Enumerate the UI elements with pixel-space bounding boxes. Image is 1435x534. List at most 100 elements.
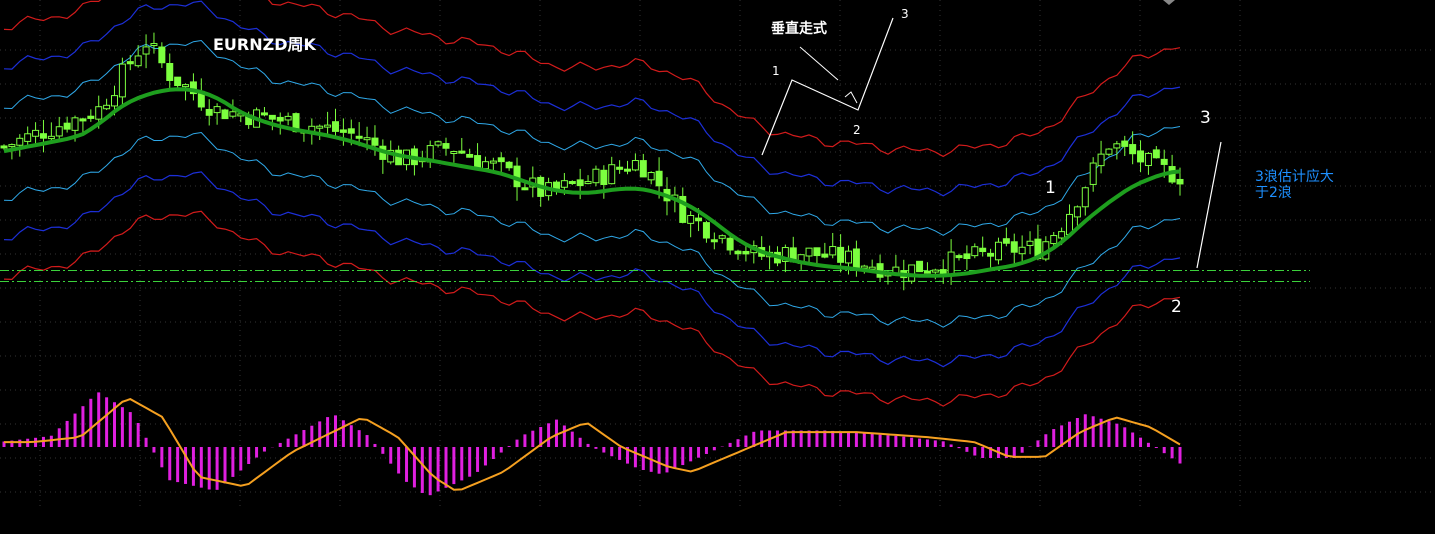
wave-3-label: 3 — [1200, 108, 1211, 128]
candle-body — [505, 161, 513, 169]
wave-2-label: 2 — [1171, 297, 1182, 317]
candle-body — [110, 95, 118, 107]
candle-body — [908, 264, 916, 282]
candle-body — [916, 260, 924, 273]
candle-body — [1097, 153, 1105, 167]
candle-body — [726, 237, 734, 251]
sketch-wave-1: 1 — [772, 64, 780, 78]
candle-body — [931, 269, 939, 273]
candle-body — [16, 137, 24, 146]
candle-body — [1081, 187, 1089, 208]
candle-body — [1160, 158, 1168, 165]
candle-body — [8, 144, 16, 148]
candle-body — [489, 160, 497, 164]
candle-body — [1050, 235, 1058, 245]
candle-body — [1176, 178, 1184, 185]
candle-body — [1105, 148, 1113, 155]
candle-body — [87, 115, 95, 119]
candle-body — [687, 214, 695, 224]
candle-body — [702, 222, 710, 239]
candle-body — [174, 76, 182, 86]
candle-body — [608, 164, 616, 185]
candle-body — [39, 133, 47, 139]
chart: EURNZD周K 垂直走式 1 2 3 1 2 3 3浪估计应大 于2浪 — [0, 0, 1435, 534]
candle-body — [852, 248, 860, 269]
candle-body — [339, 129, 347, 133]
candle-body — [474, 155, 482, 168]
candle-body — [126, 61, 134, 65]
candle-body — [963, 253, 971, 260]
candle-body — [947, 251, 955, 276]
candle-body — [805, 247, 813, 257]
candle-body — [205, 108, 213, 116]
candle-body — [971, 246, 979, 257]
candle-body — [182, 84, 190, 88]
wave-1-label: 1 — [1045, 178, 1056, 198]
candle-body — [710, 239, 718, 243]
candle-body — [821, 253, 829, 258]
candle-body — [576, 179, 584, 187]
candle-body — [979, 247, 987, 253]
chart-svg: EURNZD周K 垂直走式 1 2 3 1 2 3 3浪估计应大 于2浪 — [0, 0, 1435, 534]
candle-body — [631, 160, 639, 171]
vertical-pattern-label: 垂直走式 — [771, 20, 827, 37]
candle-body — [79, 118, 87, 122]
candle-body — [221, 109, 229, 120]
chart-background — [0, 0, 1435, 534]
candle-body — [103, 104, 111, 110]
candle-body — [955, 255, 963, 259]
candle-body — [324, 124, 332, 128]
candle-body — [1018, 246, 1026, 255]
candle-body — [0, 145, 8, 149]
candle-body — [166, 63, 174, 81]
candle-body — [347, 128, 355, 134]
candle-body — [592, 168, 600, 184]
candle-body — [284, 115, 292, 121]
candle-body — [158, 46, 166, 64]
candle-body — [442, 143, 450, 149]
candle-body — [600, 169, 608, 185]
candle-body — [434, 141, 442, 146]
candle-body — [276, 116, 284, 122]
candle-body — [71, 117, 79, 131]
candle-body — [268, 114, 276, 120]
candle-body — [860, 265, 868, 269]
candle-body — [987, 252, 995, 257]
candle-body — [655, 170, 663, 187]
sketch-wave-3: 3 — [901, 7, 909, 21]
candle-body — [466, 153, 474, 158]
candle-body — [1144, 152, 1152, 167]
candle-body — [371, 137, 379, 146]
candle-body — [213, 106, 221, 114]
candle-body — [813, 247, 821, 257]
candle-body — [742, 250, 750, 255]
candle-body — [1121, 140, 1129, 147]
candle-body — [1129, 144, 1137, 155]
candle-body — [695, 217, 703, 222]
candle-body — [647, 172, 655, 181]
candle-body — [63, 122, 71, 130]
sketch-wave-2: 2 — [853, 123, 861, 137]
candle-body — [734, 250, 742, 255]
candle-body — [584, 181, 592, 185]
candle-body — [316, 125, 324, 129]
candle-body — [481, 161, 489, 170]
candle-body — [837, 246, 845, 263]
candle-body — [24, 133, 32, 142]
candle-body — [616, 166, 624, 170]
candle-body — [568, 181, 576, 185]
candle-body — [1137, 150, 1145, 163]
candle-body — [150, 43, 158, 47]
candle-body — [923, 270, 931, 274]
candle-body — [521, 187, 529, 191]
candle-body — [829, 246, 837, 256]
candle-body — [95, 106, 103, 120]
candle-body — [497, 157, 505, 163]
candle-body — [845, 250, 853, 264]
candle-body — [624, 168, 632, 172]
candle-body — [47, 135, 55, 140]
candle-body — [55, 126, 63, 137]
note-line-2: 于2浪 — [1255, 185, 1292, 201]
candle-body — [260, 112, 268, 116]
candle-body — [450, 151, 458, 155]
